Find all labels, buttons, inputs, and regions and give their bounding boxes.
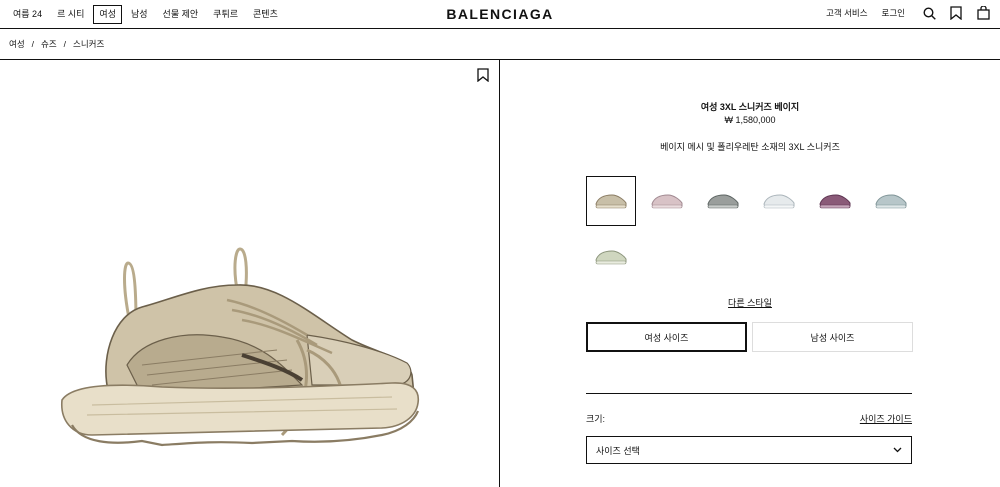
section-divider bbox=[586, 393, 912, 394]
search-icon[interactable] bbox=[922, 6, 936, 20]
breadcrumb-sneakers[interactable]: 스니커즈 bbox=[73, 38, 104, 50]
site-header: 여름 24 르 시티 여성 남성 선물 제안 쿠튀르 콘텐츠 BALENCIAG… bbox=[0, 0, 1000, 29]
breadcrumb: 여성 / 슈즈 / 스니커즈 bbox=[0, 29, 1000, 60]
wishlist-bookmark-icon[interactable] bbox=[477, 68, 489, 84]
bookmark-icon[interactable] bbox=[949, 6, 963, 20]
shopping-bag-icon[interactable] bbox=[976, 6, 990, 20]
color-swatch-purple[interactable] bbox=[810, 176, 860, 226]
color-swatch-pink[interactable] bbox=[642, 176, 692, 226]
breadcrumb-separator: / bbox=[63, 39, 67, 49]
women-size-tab[interactable]: 여성 사이즈 bbox=[586, 322, 747, 352]
product-title: 여성 3XL 스니커즈 베이지 bbox=[700, 102, 800, 112]
product-details-panel: 여성 3XL 스니커즈 베이지 ₩ 1,580,000 베이지 메시 및 폴리우… bbox=[500, 60, 1000, 487]
login-link[interactable]: 로그인 bbox=[882, 7, 905, 19]
swatch-sneaker-icon bbox=[595, 194, 627, 209]
product-image-sneaker bbox=[61, 247, 420, 447]
swatch-sneaker-icon bbox=[819, 194, 851, 209]
men-size-tab[interactable]: 남성 사이즈 bbox=[752, 322, 913, 352]
size-guide-link[interactable]: 사이즈 가이드 bbox=[860, 412, 912, 425]
breadcrumb-shoes[interactable]: 슈즈 bbox=[41, 38, 57, 50]
swatch-sneaker-icon bbox=[875, 194, 907, 209]
size-select-dropdown[interactable]: 사이즈 선택 bbox=[586, 436, 912, 464]
customer-service-link[interactable]: 고객 서비스 bbox=[826, 7, 867, 19]
other-style-link[interactable]: 다른 스타일 bbox=[500, 296, 1000, 309]
color-swatch-blue-grey[interactable] bbox=[866, 176, 916, 226]
swatch-sneaker-icon bbox=[651, 194, 683, 209]
color-swatch-beige[interactable] bbox=[586, 176, 636, 226]
product-image-panel bbox=[0, 60, 500, 487]
breadcrumb-separator: / bbox=[31, 39, 35, 49]
header-actions: 고객 서비스 로그인 bbox=[826, 6, 990, 20]
swatch-sneaker-icon bbox=[763, 194, 795, 209]
swatch-sneaker-icon bbox=[595, 250, 627, 265]
size-label: 크기: bbox=[586, 414, 606, 424]
product-price: ₩ 1,580,000 bbox=[724, 115, 776, 125]
breadcrumb-women[interactable]: 여성 bbox=[9, 38, 25, 50]
color-swatch-sage[interactable] bbox=[586, 232, 636, 282]
color-swatch-grey[interactable] bbox=[698, 176, 748, 226]
size-select-value: 사이즈 선택 bbox=[596, 445, 640, 456]
color-swatch-white[interactable] bbox=[754, 176, 804, 226]
product-description: 베이지 메시 및 폴리우레탄 소재의 3XL 스니커즈 bbox=[660, 142, 840, 152]
chevron-down-icon bbox=[893, 445, 902, 455]
swatch-sneaker-icon bbox=[707, 194, 739, 209]
